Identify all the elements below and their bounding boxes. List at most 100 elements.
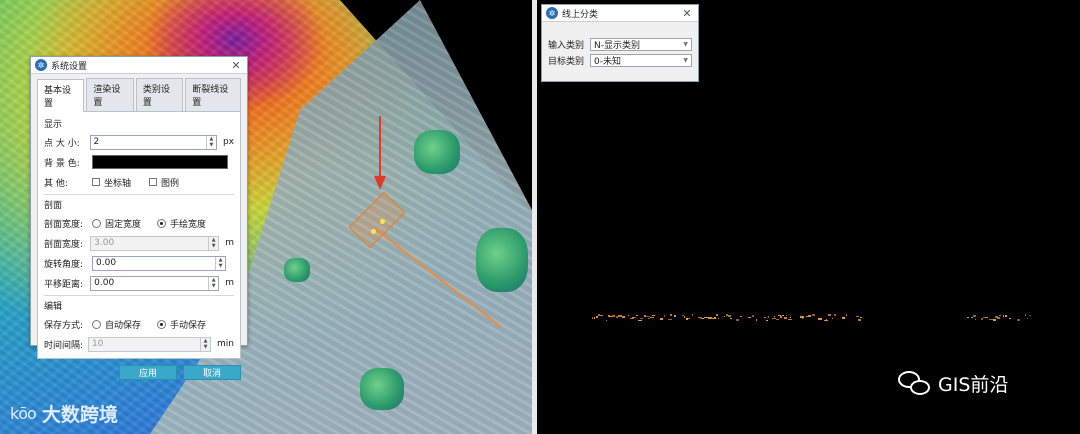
point-cloud-point <box>748 316 751 319</box>
target-class-row: 目标类别 0-未知 ▼ <box>548 52 692 68</box>
rotation-value: 0.00 <box>96 258 117 268</box>
point-cloud-point <box>788 318 792 321</box>
radio-selected-icon <box>157 218 167 228</box>
point-cloud-point <box>688 317 690 320</box>
manual-save-radio[interactable]: 手动保存 <box>157 318 206 331</box>
manual-width-radio[interactable]: 手绘宽度 <box>157 217 206 230</box>
offset-row: 平移距离: 0.00 ▲ ▼ m <box>44 273 234 293</box>
point-cloud-point <box>834 314 836 316</box>
rotation-row: 旋转角度: 0.00 ▲ ▼ <box>44 253 234 273</box>
point-cloud-point <box>1027 317 1029 320</box>
point-size-value: 2 <box>93 137 100 147</box>
stepper-arrows-icon: ▲ ▼ <box>208 236 218 250</box>
point-size-row: 点 大 小: 2 ▲ ▼ px <box>44 132 234 152</box>
point-cloud-point <box>764 316 766 319</box>
point-cloud-point <box>718 317 720 320</box>
offset-label: 平移距离: <box>44 279 84 290</box>
profile-width-label: 剖面宽度: <box>44 239 84 250</box>
other-label: 其 他: <box>44 178 68 189</box>
radio-selected-icon <box>157 319 167 329</box>
point-cloud-point <box>1029 314 1032 317</box>
point-cloud-point <box>740 315 743 317</box>
point-cloud-point <box>640 317 643 320</box>
point-cloud-point <box>975 318 977 321</box>
point-cloud-point <box>606 319 608 322</box>
profile-width-mode-label: 剖面宽度: <box>44 219 84 230</box>
point-cloud-point <box>650 316 654 319</box>
interval-label: 时间间隔: <box>44 340 84 351</box>
point-cloud-point <box>856 315 860 318</box>
stepper-arrows-icon[interactable]: ▲ ▼ <box>205 135 216 149</box>
terrain-mound <box>476 228 528 292</box>
point-cloud-point <box>600 314 603 317</box>
dialog-title: 线上分类 <box>562 9 599 20</box>
point-cloud-point <box>612 315 615 317</box>
wechat-icon <box>898 370 932 397</box>
axis-checkbox[interactable]: 坐标轴 <box>92 176 131 189</box>
point-cloud-point <box>714 317 717 319</box>
point-cloud-point <box>634 316 636 319</box>
legend-checkbox[interactable]: 图例 <box>149 176 179 189</box>
dialog-titlebar[interactable]: ✲ 线上分类 ✕ <box>542 5 698 22</box>
point-cloud-point <box>636 314 638 317</box>
profile-handle[interactable] <box>380 219 385 224</box>
app-logo-icon: ✲ <box>35 59 47 71</box>
auto-save-radio[interactable]: 自动保存 <box>92 318 141 331</box>
point-cloud-point <box>782 314 785 317</box>
point-size-label: 点 大 小: <box>44 138 80 149</box>
target-class-select[interactable]: 0-未知 ▼ <box>590 53 692 67</box>
chevron-down-icon: ▼ <box>683 56 688 64</box>
point-cloud-point <box>596 316 598 318</box>
radio-icon <box>92 218 101 228</box>
point-cloud-point <box>638 319 642 322</box>
target-class-value: 0-未知 <box>594 56 621 67</box>
point-cloud-point <box>790 316 792 319</box>
point-cloud-point <box>810 314 811 317</box>
point-cloud-point <box>652 314 656 317</box>
watermark-logo: kōo <box>10 404 37 423</box>
stepper-arrows-icon[interactable]: ▲ ▼ <box>208 276 218 290</box>
bg-color-picker[interactable] <box>92 155 228 169</box>
point-cloud-point <box>832 317 834 320</box>
point-cloud-point <box>985 316 989 319</box>
profile-handle[interactable] <box>371 229 376 234</box>
close-icon[interactable]: ✕ <box>229 58 243 72</box>
point-size-stepper[interactable]: 2 ▲ ▼ <box>89 134 217 150</box>
point-cloud-point <box>784 317 787 319</box>
checkbox-icon <box>92 178 100 186</box>
tab-basic-settings[interactable]: 基本设置 <box>37 79 85 112</box>
divider <box>44 295 234 296</box>
point-cloud-point <box>736 319 739 321</box>
offset-unit: m <box>225 278 234 288</box>
tab-breakline-settings[interactable]: 断裂线设置 <box>185 78 241 111</box>
input-class-select[interactable]: N-显示类别 ▼ <box>590 37 692 51</box>
point-cloud-point <box>981 318 983 320</box>
close-icon[interactable]: ✕ <box>680 6 694 20</box>
offset-stepper[interactable]: 0.00 ▲ ▼ <box>90 275 220 291</box>
group-title-display: 显示 <box>44 120 63 130</box>
point-cloud-point <box>846 314 848 316</box>
fixed-width-radio[interactable]: 固定宽度 <box>92 217 141 230</box>
terrain-mound <box>360 368 404 410</box>
point-size-unit: px <box>222 137 234 147</box>
legend-checkbox-label: 图例 <box>161 178 180 189</box>
stepper-arrows-icon[interactable]: ▲ ▼ <box>215 256 225 270</box>
dialog-titlebar[interactable]: ✲ 系统设置 ✕ <box>31 57 247 74</box>
point-cloud-point <box>664 315 666 317</box>
apply-button[interactable]: 应用 <box>119 365 177 380</box>
axis-checkbox-label: 坐标轴 <box>104 178 132 189</box>
point-cloud-point <box>860 316 862 319</box>
point-cloud-point <box>786 314 788 317</box>
point-cloud-point <box>999 314 1002 317</box>
tab-render-settings[interactable]: 渲染设置 <box>86 78 134 111</box>
point-cloud-point <box>628 314 630 317</box>
basic-settings-panel: 显示 点 大 小: 2 ▲ ▼ px 背 景 色: 其 他: 坐标轴 图例 剖面 … <box>37 111 241 359</box>
rotation-stepper[interactable]: 0.00 ▲ ▼ <box>92 255 226 271</box>
interval-value: 10 <box>91 339 104 349</box>
point-cloud-point <box>1025 314 1027 316</box>
cancel-button[interactable]: 取消 <box>183 365 241 380</box>
tab-class-settings[interactable]: 类别设置 <box>135 78 184 111</box>
manual-width-label: 手绘宽度 <box>170 219 207 230</box>
dialog-title: 系统设置 <box>51 61 88 72</box>
bg-color-label: 背 景 色: <box>44 158 80 169</box>
